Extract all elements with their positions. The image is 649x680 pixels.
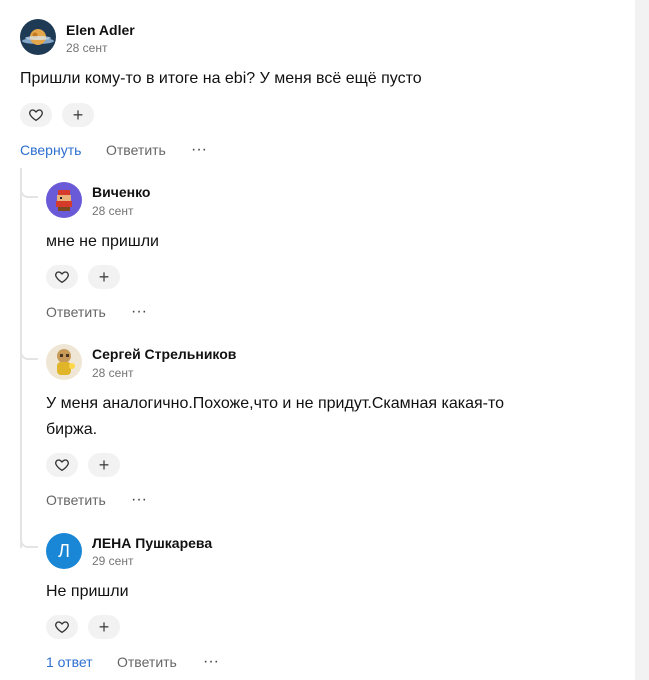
heart-icon [29, 109, 43, 122]
comment-text-line: У меня аналогично.Похоже,что и не придут… [46, 395, 505, 412]
comment-date[interactable]: 28 сент [92, 204, 133, 218]
like-button[interactable] [46, 265, 78, 289]
comment-text: мне не пришли [46, 233, 159, 250]
comment-date[interactable]: 29 сент [92, 554, 133, 568]
reply-button[interactable]: Ответить [46, 492, 106, 508]
plus-icon: + [98, 455, 110, 475]
avatar[interactable] [46, 182, 82, 218]
comment-text: Не пришли [46, 583, 129, 600]
avatar-letter: Л [58, 540, 70, 561]
like-button[interactable] [46, 615, 78, 639]
author-name[interactable]: Elen Adler [66, 22, 135, 38]
heart-icon [55, 459, 69, 472]
like-button[interactable] [20, 103, 52, 127]
plus-icon: + [98, 617, 110, 637]
comment-text: Пришли кому-то в итоге на ebi? У меня вс… [20, 70, 422, 87]
like-button[interactable] [46, 453, 78, 477]
more-icon[interactable]: ··· [203, 654, 219, 670]
thread-branch [20, 536, 38, 548]
reply-button[interactable]: Ответить [117, 654, 177, 670]
heart-icon [55, 271, 69, 284]
comment-date[interactable]: 28 сент [66, 41, 107, 55]
more-icon[interactable]: ··· [191, 142, 207, 158]
author-name[interactable]: Сергей Стрельников [92, 346, 236, 362]
thread-branch [20, 186, 38, 198]
plus-icon: + [98, 267, 110, 287]
add-reaction-button[interactable]: + [88, 453, 120, 477]
more-icon[interactable]: ··· [131, 492, 147, 508]
comment-text-line: биржа. [46, 421, 98, 438]
author-name[interactable]: ЛЕНА Пушкарева [92, 535, 212, 551]
scrollbar-track[interactable] [635, 0, 649, 680]
add-reaction-button[interactable]: + [88, 265, 120, 289]
author-name[interactable]: Виченко [92, 184, 150, 200]
avatar[interactable] [46, 344, 82, 380]
thread-line [20, 168, 22, 548]
plus-icon: + [72, 105, 84, 125]
avatar[interactable]: Л [46, 533, 82, 569]
collapse-button[interactable]: Свернуть [20, 142, 81, 158]
add-reaction-button[interactable]: + [88, 615, 120, 639]
thread-branch [20, 348, 38, 360]
reply-button[interactable]: Ответить [46, 304, 106, 320]
add-reaction-button[interactable]: + [62, 103, 94, 127]
reply-button[interactable]: Ответить [106, 142, 166, 158]
show-replies-button[interactable]: 1 ответ [46, 654, 93, 670]
more-icon[interactable]: ··· [131, 304, 147, 320]
avatar[interactable] [20, 19, 56, 55]
comment-date[interactable]: 28 сент [92, 366, 133, 380]
heart-icon [55, 621, 69, 634]
